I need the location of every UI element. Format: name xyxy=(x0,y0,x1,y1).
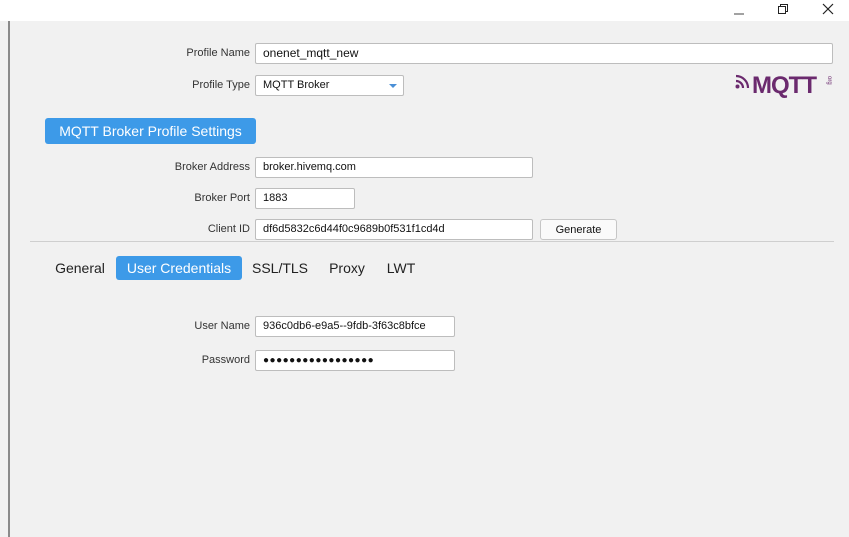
mqtt-logo: MQTT org xyxy=(735,72,835,101)
broker-profile-settings-button[interactable]: MQTT Broker Profile Settings xyxy=(45,118,256,144)
profile-type-label: Profile Type xyxy=(192,79,250,91)
profile-name-input[interactable]: onenet_mqtt_new xyxy=(255,43,833,64)
restore-icon[interactable] xyxy=(768,0,798,18)
profile-type-value: MQTT Broker xyxy=(263,79,330,91)
user-name-input[interactable]: 936c0db6-e9a5--9fdb-3f63c8bfce xyxy=(255,316,455,337)
broker-address-label: Broker Address xyxy=(174,161,250,173)
password-input[interactable]: ●●●●●●●●●●●●●●●●● xyxy=(255,350,455,371)
user-name-label: User Name xyxy=(194,320,250,332)
tab-lwt[interactable]: LWT xyxy=(380,256,422,280)
tab-proxy[interactable]: Proxy xyxy=(322,256,372,280)
tab-user-credentials[interactable]: User Credentials xyxy=(116,256,242,280)
window-left-border xyxy=(8,21,10,537)
profile-name-label: Profile Name xyxy=(186,47,250,59)
profile-type-select[interactable]: MQTT Broker xyxy=(255,75,404,96)
client-id-label: Client ID xyxy=(207,223,250,235)
close-icon[interactable] xyxy=(813,0,843,18)
password-label: Password xyxy=(201,354,250,366)
broker-address-input[interactable]: broker.hivemq.com xyxy=(255,157,533,178)
mqtt-logo-text: MQTT xyxy=(752,72,817,98)
tab-general[interactable]: General xyxy=(50,256,110,280)
broker-port-label: Broker Port xyxy=(194,192,250,204)
broker-port-input[interactable]: 1883 xyxy=(255,188,355,209)
minimize-icon[interactable] xyxy=(724,0,754,18)
generate-button[interactable]: Generate xyxy=(540,219,617,240)
title-bar xyxy=(0,0,849,21)
section-divider xyxy=(30,241,834,242)
tab-ssl-tls[interactable]: SSL/TLS xyxy=(248,256,312,280)
chevron-down-icon xyxy=(389,84,397,88)
mqtt-logo-subtext: org xyxy=(826,76,832,85)
client-id-input[interactable]: df6d5832c6d44f0c9689b0f531f1cd4d xyxy=(255,219,533,240)
